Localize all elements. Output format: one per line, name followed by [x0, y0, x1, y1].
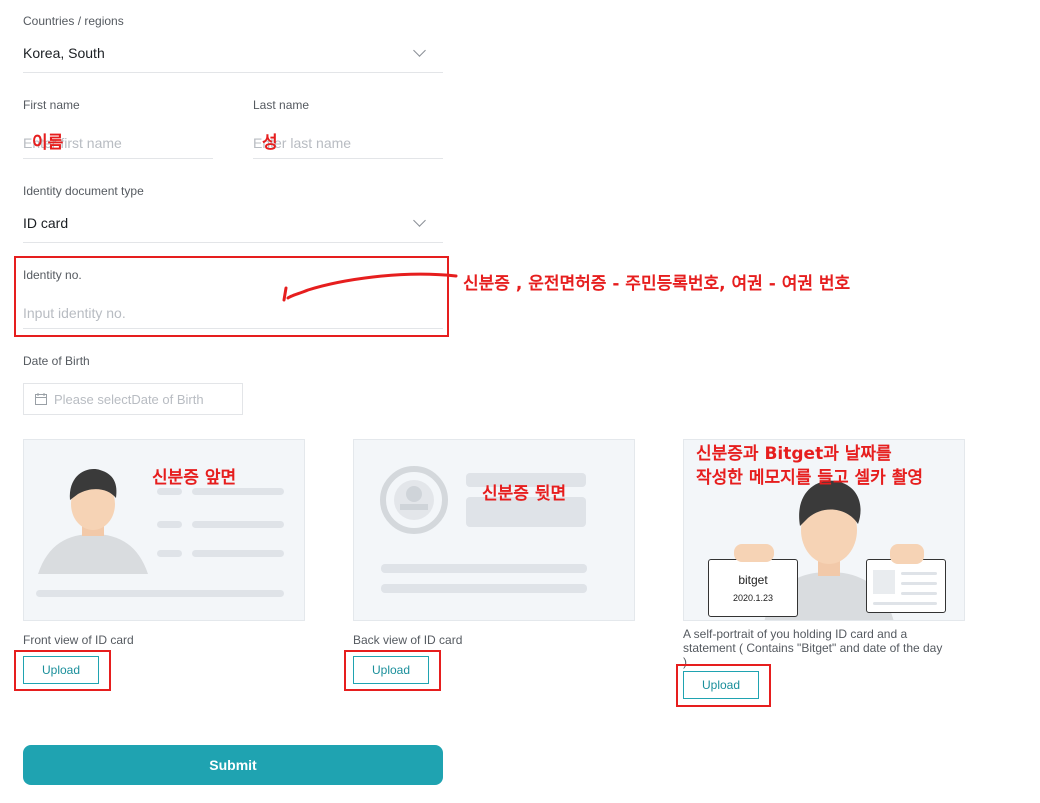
held-id-card: [866, 559, 946, 613]
emblem-icon: [380, 466, 448, 534]
annotation-selfie-line1: 신분증과 Bitget과 날짜를: [696, 444, 892, 464]
last-name-field[interactable]: Enter last name: [253, 126, 443, 159]
annotation-selfie-line2: 작성한 메모지를 들고 셀카 촬영: [696, 468, 923, 488]
note-text-bitget: bitget: [738, 573, 768, 587]
person-illustration: [38, 469, 148, 574]
front-upload-highlight-box: [14, 650, 111, 691]
submit-button[interactable]: Submit: [23, 745, 443, 785]
annotation-back: 신분증 뒷면: [482, 484, 567, 504]
chevron-down-icon: [413, 214, 426, 227]
annotation-arrow: [282, 272, 458, 302]
calendar-icon: [35, 393, 47, 405]
note-text-date: 2020.1.23: [732, 593, 774, 603]
doc-type-select[interactable]: ID card: [23, 206, 443, 243]
front-caption: Front view of ID card: [23, 633, 134, 647]
annotation-identity: 신분증 , 운전면허증 - 주민등록번호, 여권 - 여권 번호: [463, 274, 851, 294]
right-hand: [890, 544, 924, 564]
left-hand: [734, 544, 774, 562]
doc-type-label: Identity document type: [23, 184, 144, 198]
annotation-first-name: 이름: [32, 133, 64, 153]
doc-type-value: ID card: [23, 215, 69, 231]
selfie-caption: A self-portrait of you holding ID card a…: [683, 627, 943, 669]
id-photo: [873, 570, 895, 594]
selfie-upload-highlight-box: [676, 664, 771, 707]
dob-label: Date of Birth: [23, 354, 90, 368]
back-id-card-image: [353, 439, 635, 621]
first-name-label: First name: [23, 98, 80, 112]
back-upload-highlight-box: [344, 650, 441, 691]
back-caption: Back view of ID card: [353, 633, 463, 647]
chevron-down-icon: [413, 44, 426, 57]
country-select[interactable]: Korea, South: [23, 36, 443, 73]
annotation-last-name: 성: [262, 133, 278, 153]
country-value: Korea, South: [23, 45, 105, 61]
statement-note: bitget 2020.1.23: [708, 559, 798, 617]
annotation-front: 신분증 앞면: [152, 468, 237, 488]
dob-picker[interactable]: Please selectDate of Birth: [23, 383, 243, 415]
country-label: Countries / regions: [23, 14, 124, 28]
dob-placeholder: Please selectDate of Birth: [54, 392, 204, 407]
last-name-label: Last name: [253, 98, 310, 112]
